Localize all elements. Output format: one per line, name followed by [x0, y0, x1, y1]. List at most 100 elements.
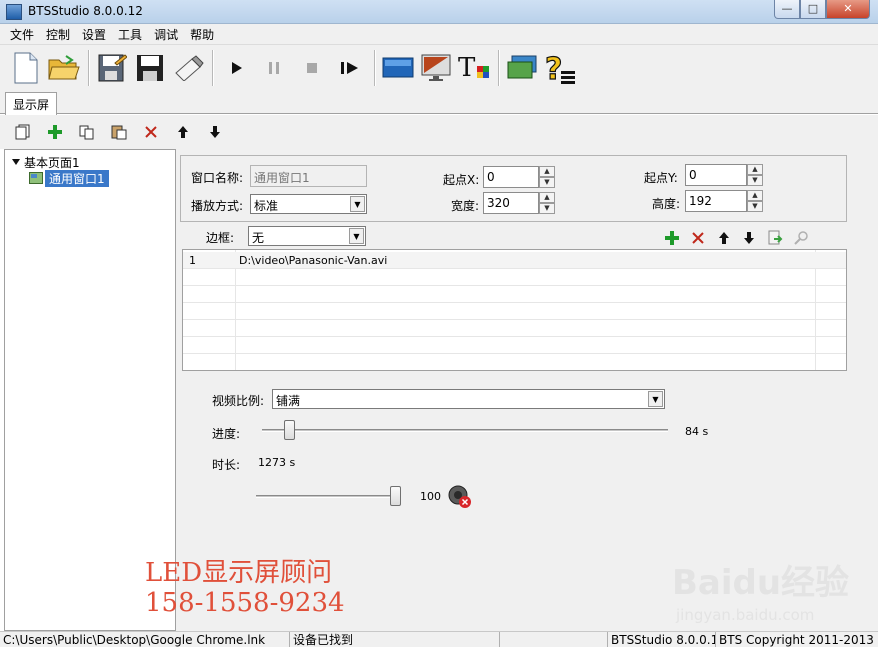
delete-button[interactable] [138, 119, 164, 145]
new-file-icon [14, 52, 38, 83]
window-properties-group: 窗口名称: 通用窗口1 起点X: 0 ▲ ▼ 起点Y: 0 ▲ ▼ 播放方式: 标准… [180, 155, 847, 222]
toolbar-separator [498, 49, 500, 86]
multi-screen-icon [507, 55, 537, 78]
usb-export-button[interactable] [170, 49, 206, 87]
volume-slider-handle[interactable] [390, 486, 401, 506]
toolbar-separator [88, 49, 90, 86]
width-field[interactable]: 320 [483, 192, 539, 214]
screen-icon [382, 57, 414, 77]
height-field[interactable]: 192 [685, 190, 747, 212]
import-item-button[interactable] [765, 228, 785, 248]
progress-value: 84 s [685, 425, 709, 438]
table-row [183, 320, 846, 337]
watermark-phone: 158-1558-9234 [145, 588, 345, 618]
usb-drive-icon [175, 54, 204, 81]
progress-slider-handle[interactable] [284, 420, 295, 440]
display-button[interactable] [418, 49, 454, 87]
save-button[interactable] [132, 49, 168, 87]
play-button[interactable] [218, 49, 254, 87]
save-as-button[interactable] [94, 49, 130, 87]
toolbar-separator [374, 49, 376, 86]
menu-file[interactable]: 文件 [4, 26, 40, 43]
paste-icon [111, 125, 127, 140]
add-item-button[interactable] [662, 228, 682, 248]
move-down-button[interactable] [202, 119, 228, 145]
menu-control[interactable]: 控制 [40, 26, 76, 43]
tree-node-label: 通用窗口1 [45, 169, 109, 187]
row-path: D:\video\Panasonic-Van.avi [239, 254, 388, 267]
pause-button[interactable] [256, 49, 292, 87]
tree-node-page[interactable]: 基本页面1 [11, 154, 80, 170]
start-y-label: 起点Y: [644, 171, 678, 185]
tab-display-screen[interactable]: 显示屏 [5, 92, 58, 115]
width-spinner[interactable]: ▲ ▼ [539, 192, 555, 214]
paste-button[interactable] [106, 119, 132, 145]
screen-settings-button[interactable] [380, 49, 416, 87]
chevron-down-icon: ▼ [648, 391, 663, 407]
start-y-spinner[interactable]: ▲ ▼ [747, 164, 763, 186]
table-row[interactable]: 1 D:\video\Panasonic-Van.avi [183, 252, 846, 269]
width-label: 宽度: [451, 199, 480, 213]
help-icon: ? [544, 51, 575, 85]
play-mode-label: 播放方式: [191, 199, 244, 213]
menu-settings[interactable]: 设置 [76, 26, 112, 43]
maximize-button[interactable]: □ [800, 0, 826, 19]
stop-button[interactable] [294, 49, 330, 87]
border-value: 无 [252, 231, 265, 245]
status-path: C:\Users\Public\Desktop\Google Chrome.ln… [0, 632, 290, 647]
plus-icon [48, 125, 62, 139]
add-button[interactable] [42, 119, 68, 145]
delete-x-icon [145, 126, 157, 138]
start-x-field[interactable]: 0 [483, 166, 539, 188]
step-forward-button[interactable] [332, 49, 368, 87]
video-ratio-label: 视频比例: [212, 394, 265, 408]
monitor-icon [421, 54, 451, 81]
height-label: 高度: [652, 197, 681, 211]
help-button[interactable]: ? [542, 49, 578, 87]
move-up-button[interactable] [170, 119, 196, 145]
title-bar: BTSStudio 8.0.0.12 — □ ✕ [0, 0, 878, 24]
multi-screen-button[interactable] [504, 49, 540, 87]
main-toolbar: T ? [0, 45, 878, 90]
close-button[interactable]: ✕ [826, 0, 870, 19]
window-name-label: 窗口名称: [191, 171, 244, 185]
start-x-spinner[interactable]: ▲ ▼ [539, 166, 555, 188]
copy-button[interactable] [74, 119, 100, 145]
video-ratio-dropdown[interactable]: 铺满 ▼ [272, 389, 665, 409]
step-forward-icon [341, 61, 358, 74]
menu-help[interactable]: 帮助 [184, 26, 220, 43]
minimize-button[interactable]: — [774, 0, 800, 19]
tree-node-window[interactable]: 通用窗口1 [29, 169, 109, 187]
table-row [183, 337, 846, 354]
progress-slider-track[interactable] [262, 429, 668, 432]
play-mode-dropdown[interactable]: 标准 ▼ [250, 194, 367, 214]
toolbar-separator [212, 49, 214, 86]
duration-value: 1273 s [258, 456, 296, 469]
menu-tools[interactable]: 工具 [112, 26, 148, 43]
start-y-field[interactable]: 0 [685, 164, 747, 186]
save-edit-icon [98, 53, 127, 81]
arrow-up-icon [178, 126, 188, 138]
border-dropdown[interactable]: 无 ▼ [248, 226, 366, 246]
item-up-button[interactable] [714, 228, 734, 248]
menu-bar: 文件 控制 设置 工具 调试 帮助 [0, 24, 878, 45]
remove-item-button[interactable] [688, 228, 708, 248]
open-folder-button[interactable] [46, 49, 82, 87]
table-row [183, 303, 846, 320]
new-file-button[interactable] [8, 49, 44, 87]
window-title: BTSStudio 8.0.0.12 [28, 4, 143, 18]
baidu-watermark: Baidu经验 [672, 563, 850, 603]
page-toolbar [0, 115, 878, 149]
video-ratio-value: 铺满 [276, 394, 301, 408]
playlist-table: 1 D:\video\Panasonic-Van.avi [182, 249, 847, 371]
preview-item-button[interactable] [791, 228, 811, 248]
expand-triangle-icon[interactable] [11, 157, 21, 167]
mute-button[interactable] [448, 485, 472, 512]
text-color-button[interactable]: T [456, 49, 492, 87]
item-down-button[interactable] [739, 228, 759, 248]
new-page-button[interactable] [10, 119, 36, 145]
height-spinner[interactable]: ▲ ▼ [747, 190, 763, 212]
menu-debug[interactable]: 调试 [148, 26, 184, 43]
window-name-field[interactable]: 通用窗口1 [250, 165, 367, 187]
volume-slider-track[interactable] [256, 495, 396, 498]
